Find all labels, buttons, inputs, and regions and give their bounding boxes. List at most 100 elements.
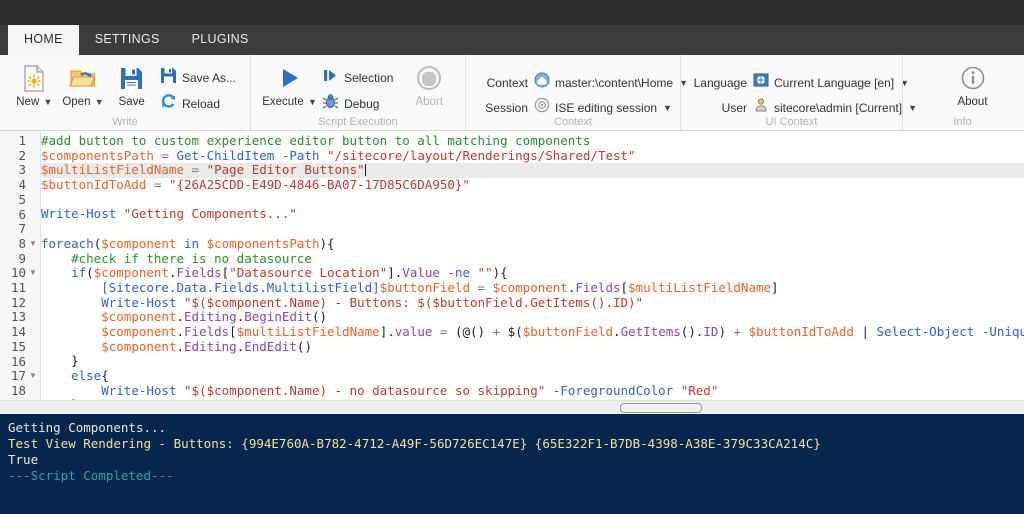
fold-toggle-icon[interactable]: ▼ (29, 369, 37, 384)
reload-button[interactable]: Reload (156, 91, 240, 117)
tab-plugins[interactable]: PLUGINS (176, 25, 265, 55)
editor-lines[interactable]: #add button to custom experience editor … (41, 131, 1024, 414)
code-token: value (394, 323, 433, 339)
user-label: User (721, 100, 747, 115)
code-line[interactable]: Write-Host "$($component.Name) - Buttons… (41, 295, 1024, 311)
new-document-icon (22, 64, 46, 92)
fold-toggle-icon[interactable]: ▼ (29, 266, 37, 281)
save-button[interactable]: Save (107, 61, 156, 108)
code-token: + (733, 323, 742, 339)
code-line[interactable]: } (41, 353, 1024, 369)
editor-horizontal-scrollbar[interactable] (0, 400, 1024, 414)
code-line[interactable]: Write-Host "$($component.Name) - no data… (41, 382, 1024, 399)
tab-home[interactable]: HOME (8, 25, 79, 55)
info-circle-icon (960, 64, 986, 92)
code-line[interactable]: foreach($component in $componentsPath){ (41, 235, 1024, 252)
line-number: 17 (10, 368, 26, 384)
code-token: "Red" (680, 382, 719, 398)
code-token: ]. (379, 323, 395, 339)
group-label-ui-context: UI Context (765, 116, 818, 128)
code-token: $multiListFieldName (41, 162, 184, 178)
code-token: -ForegroundColor (552, 382, 674, 398)
save-button-label: Save (118, 96, 145, 108)
code-token: else (71, 368, 102, 383)
language-value-dropdown[interactable]: Current Language [en] ▼ (753, 72, 909, 93)
open-button[interactable]: Open ▼ (59, 61, 108, 108)
code-line[interactable]: if($component.Fields["Datasource Locatio… (41, 265, 1024, 281)
language-flag-icon (753, 72, 769, 93)
code-line[interactable]: else{ (41, 368, 1024, 384)
tab-settings[interactable]: SETTINGS (79, 25, 176, 55)
code-line[interactable]: $component.Editing.BeginEdit() (41, 309, 1024, 325)
code-token: in (184, 235, 200, 251)
code-line[interactable]: Write-Host "Getting Components..." (41, 207, 1024, 222)
editor-scrollbar-thumb[interactable] (620, 403, 702, 413)
new-button[interactable]: New ▼ (10, 61, 59, 108)
chevron-down-icon[interactable]: ▼ (95, 97, 104, 107)
selection-button[interactable]: Selection (318, 65, 397, 91)
ise-window: HOME SETTINGS PLUGINS New ▼ Open ▼ Save … (0, 0, 1024, 514)
line-number: 5 (18, 191, 26, 207)
abort-button-label: Abort (415, 96, 443, 108)
code-token: Editing (184, 309, 237, 325)
script-editor[interactable]: #add button to custom experience editor … (0, 131, 1024, 414)
chevron-down-icon[interactable]: ▼ (308, 97, 317, 107)
console-line: Getting Components... (8, 420, 167, 435)
line-number: 16 (10, 353, 26, 369)
fold-toggle-icon[interactable]: ▼ (29, 237, 37, 252)
code-line[interactable]: $component.Editing.EndEdit() (41, 339, 1024, 355)
output-console: Getting Components... Test View Rendering… (0, 414, 1024, 514)
code-token: () (311, 309, 328, 325)
code-token: = (153, 147, 177, 163)
text-cursor (364, 164, 366, 177)
code-line[interactable]: [Sitecore.Data.Fields.MultilistField]$bu… (41, 280, 1024, 296)
code-token: (). (680, 323, 704, 339)
ribbon: New ▼ Open ▼ Save Save As... Reload Writ… (0, 55, 1024, 131)
code-token: . (613, 323, 621, 339)
debug-button[interactable]: Debug (318, 91, 397, 117)
line-number: 9 (18, 250, 26, 266)
ribbon-group-context: Context master:\content\Home ▼ Session I… (465, 55, 688, 130)
code-token: "Getting Components..." (123, 206, 297, 222)
code-token: if (71, 265, 87, 281)
context-value-dropdown[interactable]: master:\content\Home ▼ (534, 72, 688, 93)
code-line[interactable] (41, 193, 1024, 208)
code-line[interactable]: $multiListFieldName = "Page Editor Butto… (41, 162, 1024, 179)
ribbon-group-write: New ▼ Open ▼ Save Save As... Reload Writ… (0, 55, 250, 130)
code-line[interactable] (41, 222, 1024, 237)
context-row: Context master:\content\Home ▼ (476, 70, 688, 95)
user-value-dropdown[interactable]: sitecore\admin [Current] ▼ (753, 97, 917, 118)
line-number: 15 (10, 338, 26, 354)
about-button[interactable]: About (947, 61, 999, 108)
save-as-button[interactable]: Save As... (156, 65, 240, 91)
code-line[interactable]: $buttonIdToAdd = "{26A25CDD-E49D-4846-BA… (41, 177, 1024, 193)
session-target-icon (534, 97, 550, 118)
session-value-dropdown[interactable]: ISE editing session ▼ (534, 97, 672, 118)
code-line[interactable]: #check if there is no datasource (41, 251, 1024, 267)
chevron-down-icon[interactable]: ▼ (663, 103, 672, 113)
title-strip (0, 0, 1024, 25)
execute-button[interactable]: Execute ▼ (261, 61, 318, 108)
ribbon-group-ui-context: Language Current Language [en] ▼ User si… (680, 55, 917, 130)
new-label: New (16, 96, 40, 108)
code-line[interactable]: #add button to custom experience editor … (41, 133, 1024, 149)
code-token: } (41, 353, 79, 369)
context-label: Context (486, 75, 528, 90)
save-as-label: Save As... (181, 71, 236, 85)
editor-code-area[interactable]: #add button to custom experience editor … (41, 131, 1024, 414)
code-token: #add button to custom experience editor … (41, 133, 591, 148)
selection-icon (322, 67, 339, 89)
code-line[interactable]: $componentsPath = Get-ChildItem -Path "/… (41, 147, 1024, 164)
code-line[interactable]: $component.Fields[$multiListFieldName].v… (41, 323, 1024, 340)
code-token: Fields (176, 265, 222, 281)
chevron-down-icon[interactable]: ▼ (43, 97, 52, 107)
